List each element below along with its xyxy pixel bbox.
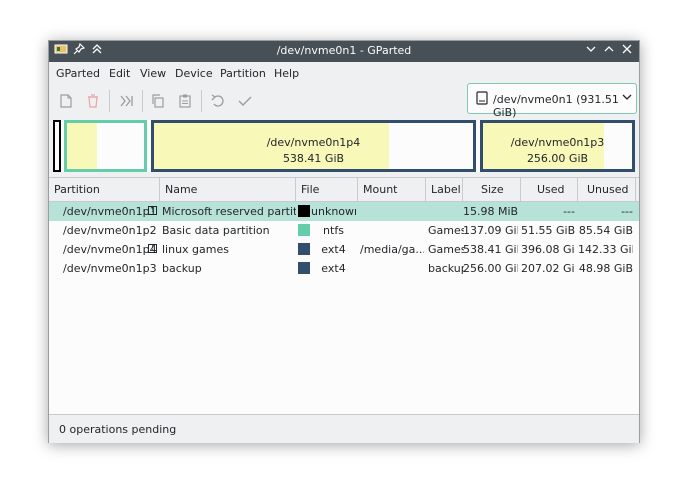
cell-used: 51.55 GiB xyxy=(521,224,575,237)
toolbar-separator xyxy=(201,90,202,112)
paste-icon[interactable] xyxy=(174,90,196,112)
cell-filesystem: unknown xyxy=(311,205,356,218)
filesystem-color-swatch xyxy=(298,262,310,274)
menu-edit[interactable]: Edit xyxy=(109,67,130,80)
window-title: /dev/nvme0n1 - GParted xyxy=(276,44,412,57)
cell-unused: 142.33 GiB xyxy=(578,243,633,256)
cell-label: backup xyxy=(428,262,464,275)
filesystem-color-swatch xyxy=(298,224,310,236)
table-header: Partition Name File System Mount Point L… xyxy=(49,178,639,219)
partition-block-p2[interactable] xyxy=(64,120,147,172)
maximize-icon[interactable] xyxy=(601,43,617,59)
device-selector[interactable]: /dev/nvme0n1 (931.51 GiB) xyxy=(467,83,637,119)
cell-name: linux games xyxy=(162,243,229,256)
delete-icon[interactable] xyxy=(82,90,104,112)
cell-size: 256.00 GiB xyxy=(463,262,518,275)
cell-filesystem: ext4 xyxy=(321,262,346,275)
column-header-label[interactable]: Label xyxy=(426,178,463,201)
cell-label: Games xyxy=(428,224,464,237)
cell-partition: /dev/nvme0n1p4 xyxy=(63,243,157,256)
column-header-used[interactable]: Used xyxy=(521,178,578,201)
column-header-name[interactable]: Name xyxy=(160,178,296,201)
partition-block-size: 538.41 GiB xyxy=(282,152,345,165)
table-row[interactable]: /dev/nvme0n1p4 linux games ext4/media/ga..… xyxy=(49,240,639,259)
menu-help[interactable]: Help xyxy=(274,67,299,80)
title-bar[interactable]: /dev/nvme0n1 - GParted xyxy=(49,41,639,62)
cell-size: 15.98 MiB xyxy=(463,205,518,218)
used-space-bar xyxy=(67,123,97,169)
partition-table: Partition Name File System Mount Point L… xyxy=(49,177,639,414)
cell-size: 538.41 GiB xyxy=(463,243,518,256)
cell-mountpoint xyxy=(360,259,424,278)
menu-bar: GParted Edit View Device Partition Help xyxy=(49,63,639,83)
status-text: 0 operations pending xyxy=(59,423,177,436)
apply-icon[interactable] xyxy=(234,90,256,112)
copy-icon[interactable] xyxy=(147,90,169,112)
cell-name: Microsoft reserved partition xyxy=(162,205,296,218)
toolbar-separator xyxy=(142,90,143,112)
partition-block-p4[interactable]: /dev/nvme0n1p4 538.41 GiB xyxy=(151,120,476,172)
menu-partition[interactable]: Partition xyxy=(220,67,266,80)
menu-view[interactable]: View xyxy=(140,67,166,80)
warning-icon: ! xyxy=(148,206,157,215)
table-row[interactable]: /dev/nvme0n1p2 Basic data partition ntfs Ga… xyxy=(49,221,639,240)
partition-map: /dev/nvme0n1p4 538.41 GiB /dev/nvme0n1p3… xyxy=(53,120,635,172)
cell-partition: /dev/nvme0n1p2 xyxy=(63,224,157,237)
table-row[interactable]: /dev/nvme0n1p1 Microsoft reserved partiti… xyxy=(49,202,639,221)
gparted-window: /dev/nvme0n1 - GParted GParted Edit View… xyxy=(48,40,640,443)
menu-device[interactable]: Device xyxy=(175,67,213,80)
new-partition-icon[interactable] xyxy=(55,90,77,112)
cell-unused: 85.54 GiB xyxy=(578,224,633,237)
cell-unused: 48.98 GiB xyxy=(578,262,633,275)
column-header-mountpoint[interactable]: Mount Point xyxy=(358,178,426,219)
mounted-icon: ! xyxy=(148,244,157,253)
cell-partition: /dev/nvme0n1p1 xyxy=(63,205,157,218)
menu-gparted[interactable]: GParted xyxy=(56,67,100,80)
cell-used: 396.08 GiB xyxy=(521,243,575,256)
partition-block-p1[interactable] xyxy=(53,120,61,172)
cell-mountpoint xyxy=(360,221,424,240)
partition-block-name: /dev/nvme0n1p3 xyxy=(510,136,605,149)
partition-block-p3[interactable]: /dev/nvme0n1p3 256.00 GiB xyxy=(480,120,635,172)
partition-block-label: /dev/nvme0n1p3 256.00 GiB xyxy=(483,135,632,167)
cell-name: backup xyxy=(162,262,202,275)
minimize-icon[interactable] xyxy=(583,43,599,59)
partition-block-name: /dev/nvme0n1p4 xyxy=(266,136,361,149)
cell-filesystem: ext4 xyxy=(321,243,346,256)
cell-label: Games xyxy=(428,243,464,256)
status-bar: 0 operations pending xyxy=(49,414,639,443)
resize-move-icon[interactable] xyxy=(115,90,137,112)
cell-mountpoint xyxy=(360,202,424,221)
cell-mountpoint: /media/ga... xyxy=(360,243,424,256)
undo-icon[interactable] xyxy=(207,90,229,112)
close-icon[interactable] xyxy=(619,43,635,59)
partition-block-label: /dev/nvme0n1p4 538.41 GiB xyxy=(154,135,473,167)
table-row[interactable]: /dev/nvme0n1p3backupext4backup256.00 GiB… xyxy=(49,259,639,278)
chevron-down-icon xyxy=(622,92,632,105)
column-header-unused[interactable]: Unused xyxy=(578,178,636,201)
partition-block-size: 256.00 GiB xyxy=(526,152,589,165)
column-header-filesystem[interactable]: File System xyxy=(296,178,358,219)
column-header-size[interactable]: Size xyxy=(463,178,521,201)
column-header-partition[interactable]: Partition xyxy=(49,178,160,201)
filesystem-color-swatch xyxy=(298,205,310,217)
cell-unused: --- xyxy=(621,205,633,218)
cell-size: 137.09 GiB xyxy=(463,224,518,237)
toolbar-separator xyxy=(109,90,110,112)
cell-partition: /dev/nvme0n1p3 xyxy=(63,262,157,275)
cell-name: Basic data partition xyxy=(162,224,270,237)
device-label: /dev/nvme0n1 (931.51 GiB) xyxy=(493,93,619,119)
drive-icon xyxy=(476,91,488,108)
cell-label xyxy=(428,202,464,221)
cell-filesystem: ntfs xyxy=(323,224,344,237)
filesystem-color-swatch xyxy=(298,243,310,255)
cell-used: 207.02 GiB xyxy=(521,262,575,275)
cell-used: --- xyxy=(563,205,575,218)
